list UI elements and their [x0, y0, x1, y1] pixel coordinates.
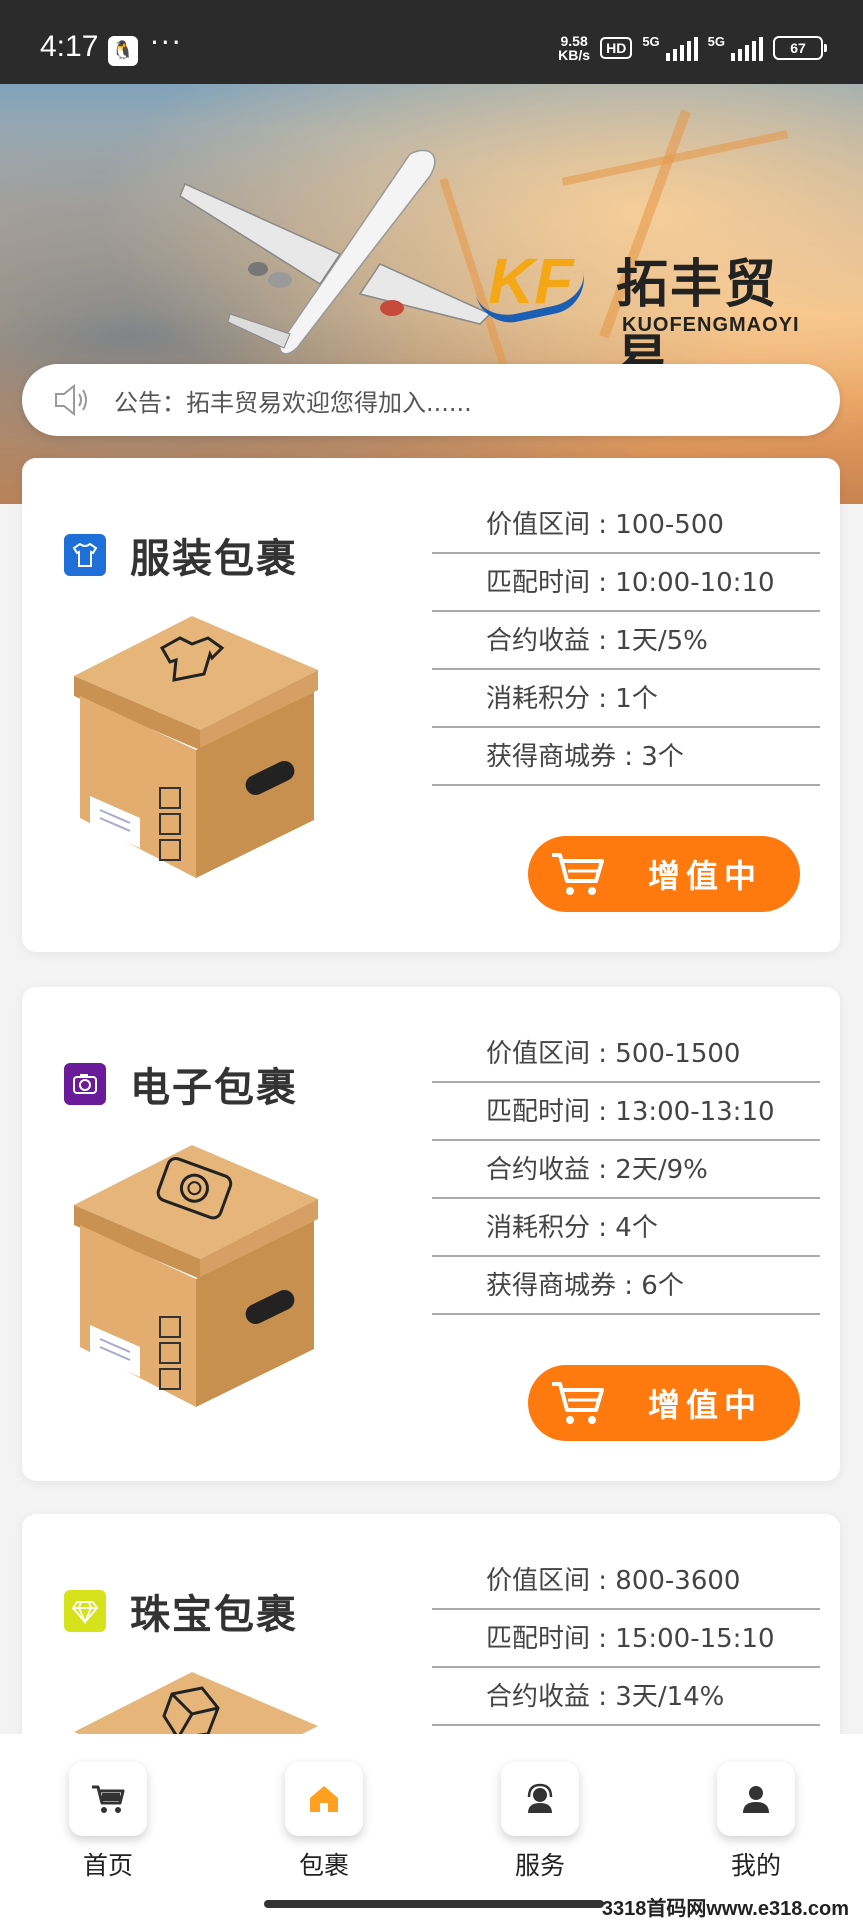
network-type-1: 5G: [642, 34, 660, 49]
package-card-clothing: 服装包裹 价值区间 : 100-500 匹配时间 : 10:00-10:10 合…: [22, 458, 840, 952]
cart-icon: [552, 853, 604, 895]
more-notifications-icon: ···: [150, 26, 183, 59]
diamond-icon: [64, 1590, 106, 1632]
brand-logo: KF 拓丰贸易 KUOFENGMAOYI: [475, 234, 818, 390]
button-label: 增值中: [648, 857, 763, 895]
button-label: 增值中: [648, 1386, 763, 1424]
tab-label: 我的: [730, 1851, 781, 1880]
box-illustration: [74, 1145, 318, 1407]
signal-icon-2: [731, 35, 763, 61]
package-name: 电子包裹: [130, 1065, 298, 1111]
tab-label: 服务: [514, 1851, 565, 1880]
package-info: 价值区间 : 500-1500 匹配时间 : 13:00-13:10 合约收益 …: [432, 1025, 820, 1315]
hd-voice-icon: HD: [600, 37, 633, 59]
tab-label: 首页: [82, 1851, 133, 1880]
announcement-bar[interactable]: 公告：拓丰贸易欢迎您得加入......: [22, 364, 840, 436]
airplane-icon: [180, 149, 492, 355]
info-row: 匹配时间 : 10:00-10:10: [432, 554, 820, 612]
package-name: 服装包裹: [130, 536, 298, 582]
info-row: 消耗积分 : 4个: [432, 1199, 820, 1257]
network-type-2: 5G: [707, 34, 725, 49]
info-row: 合约收益 : 2天/9%: [432, 1141, 820, 1199]
info-row: 合约收益 : 1天/5%: [432, 612, 820, 670]
package-name: 珠宝包裹: [130, 1592, 298, 1638]
info-row: 合约收益 : 3天/14%: [432, 1668, 820, 1726]
package-info: 价值区间 : 100-500 匹配时间 : 10:00-10:10 合约收益 :…: [432, 496, 820, 786]
qq-icon: 🐧: [108, 36, 138, 66]
appreciating-button[interactable]: 增值中: [528, 1365, 800, 1441]
info-row: 匹配时间 : 13:00-13:10: [432, 1083, 820, 1141]
tab-service[interactable]: 服务: [480, 1762, 600, 1882]
tshirt-icon: [64, 534, 106, 576]
speaker-icon: [55, 383, 87, 417]
cart-icon: [92, 1785, 125, 1813]
info-row: 价值区间 : 100-500: [432, 496, 820, 554]
service-icon: [527, 1783, 553, 1813]
tab-label: 包裹: [298, 1851, 349, 1880]
tab-mine[interactable]: 我的: [696, 1762, 816, 1882]
user-icon: [743, 1786, 769, 1813]
cart-icon: [552, 1382, 604, 1424]
info-row: 获得商城券 : 6个: [432, 1257, 820, 1315]
info-row: 获得商城券 : 3个: [432, 728, 820, 786]
home-icon: [310, 1786, 338, 1812]
info-row: 消耗积分 : 1个: [432, 670, 820, 728]
package-info: 价值区间 : 800-3600 匹配时间 : 15:00-15:10 合约收益 …: [432, 1552, 820, 1726]
announcement-text: 公告：拓丰贸易欢迎您得加入......: [114, 388, 472, 417]
package-card-electronics: 电子包裹 价值区间 : 500-1500 匹配时间 : 13:00-13:10 …: [22, 987, 840, 1481]
network-speed: 9.58 KB/s: [558, 33, 591, 63]
tab-home[interactable]: 首页: [48, 1762, 168, 1882]
box-illustration: [74, 616, 318, 878]
battery-icon: 67: [773, 36, 827, 60]
watermark: 3318首码网www.e318.com: [601, 1898, 849, 1920]
camera-icon: [64, 1063, 106, 1105]
info-row: 价值区间 : 800-3600: [432, 1552, 820, 1610]
info-row: 价值区间 : 500-1500: [432, 1025, 820, 1083]
brand-name-en: KUOFENGMAOYI: [622, 314, 800, 336]
home-indicator[interactable]: [264, 1900, 604, 1908]
status-time: 4:17: [40, 30, 99, 63]
info-row: 匹配时间 : 15:00-15:10: [432, 1610, 820, 1668]
status-bar: 4:17 🐧 ··· 9.58 KB/s HD 5G 5G 67: [0, 0, 863, 84]
tab-packages[interactable]: 包裹: [264, 1762, 384, 1882]
signal-icon: [665, 35, 698, 61]
banner-image: KF 拓丰贸易 KUOFENGMAOYI: [0, 84, 863, 504]
appreciating-button[interactable]: 增值中: [528, 836, 800, 912]
status-indicators: 9.58 KB/s HD 5G 5G 67: [558, 33, 827, 63]
